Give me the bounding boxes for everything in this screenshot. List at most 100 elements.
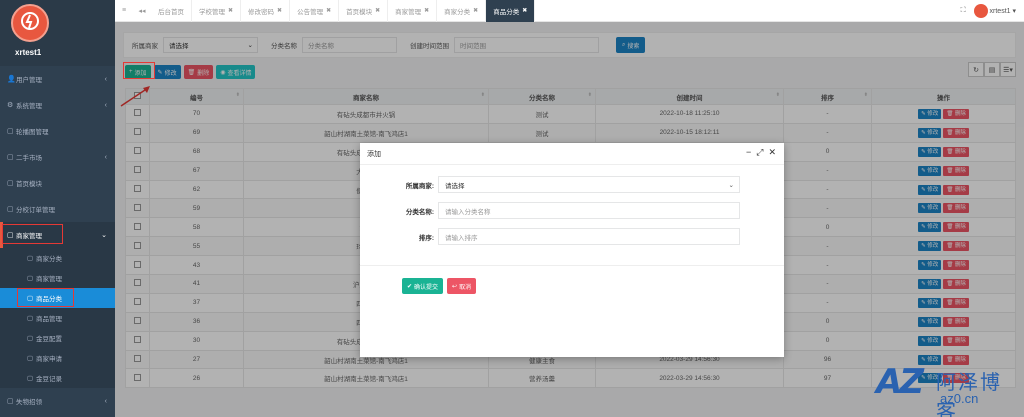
sidebar-header: xrtest1 [0, 0, 115, 66]
submenu-item-6[interactable]: ▢ 金豆记录 [0, 368, 115, 388]
sidebar-item-label: 用户管理 [16, 77, 42, 84]
submenu-item-label: 商家申请 [36, 356, 62, 363]
chevron-icon: ⌄ [101, 232, 107, 239]
close-tab-icon[interactable]: ✖ [424, 7, 429, 14]
highlight-product-category [17, 288, 74, 307]
page-icon: ▢ [27, 275, 34, 282]
top-right: ⛶ xrtest1 ▾ [961, 0, 1016, 22]
dialog-merchant-value: 请选择 [445, 182, 465, 190]
tab-1[interactable]: 学校管理 ✖ [192, 0, 242, 22]
sidebar-item-2[interactable]: ▢ 轮播图管理 [0, 118, 115, 144]
cancel-button[interactable]: ↩ 取消 [447, 278, 477, 294]
close-tab-icon[interactable]: ✖ [522, 7, 527, 14]
submenu-item-5[interactable]: ▢ 商家申请 [0, 348, 115, 368]
submenu-item-label: 商品管理 [36, 316, 62, 323]
dialog-merchant-select[interactable]: 请选择 ⌄ [438, 176, 740, 193]
dialog-sort-placeholder: 请输入排序 [445, 234, 478, 242]
submenu-item-label: 商家管理 [36, 276, 62, 283]
submenu-item-4[interactable]: ▢ 金豆配置 [0, 328, 115, 348]
tab-label: 商家管理 [395, 8, 422, 16]
submenu-item-label: 金豆配置 [36, 336, 62, 343]
submenu-item-0[interactable]: ▢ 商家分类 [0, 248, 115, 268]
submenu-item-1[interactable]: ▢ 商家管理 [0, 268, 115, 288]
close-tab-icon[interactable]: ✖ [228, 7, 233, 14]
username: xrtest1 [15, 48, 42, 57]
page-icon: ▢ [7, 180, 14, 187]
dialog-name-input[interactable]: 请输入分类名称 [438, 202, 740, 219]
sidebar-item-label: 二手市场 [16, 155, 42, 162]
sort-row: 排序: 请输入排序 [360, 228, 740, 245]
watermark-domain: az0.cn [940, 391, 979, 406]
gear-icon: ⚙ [7, 102, 14, 109]
user-menu-label: xrtest1 ▾ [989, 7, 1016, 15]
dialog-name-placeholder: 请输入分类名称 [445, 208, 491, 216]
sidebar-item-label: 系统管理 [16, 103, 42, 110]
submenu-item-label: 金豆记录 [36, 376, 62, 383]
watermark: AZ 阿泽博客 az0.cn [876, 360, 1021, 417]
page-icon: ▢ [7, 128, 14, 135]
minimize-icon[interactable]: − [746, 147, 751, 158]
tabs-bar: 后台首页 学校管理 ✖ 修改密码 ✖ 公告管理 ✖ 首页模块 ✖ 商家管理 ✖ 商家分类 ✖ 商品分类 ✖ [151, 0, 536, 22]
close-tab-icon[interactable]: ✖ [473, 7, 478, 14]
add-dialog: 添加 − ⤢ ✕ 所属商家: 请选择 ⌄ 分类名称: 请输入分类名称 排序: 请输… [360, 143, 784, 357]
close-icon[interactable]: ✕ [768, 147, 776, 158]
user-icon: 👤 [7, 76, 16, 83]
menu-toggle-icon[interactable]: ≡ [115, 7, 133, 14]
sidebar-item-0[interactable]: 👤 用户管理 ‹ [0, 66, 115, 92]
top-bar: ≡ ◂◂ 后台首页 学校管理 ✖ 修改密码 ✖ 公告管理 ✖ 首页模块 ✖ 商家管理 ✖ 商家分类 ✖ 商… [115, 0, 1024, 22]
sidebar-item-label: 分校订单管理 [16, 207, 55, 214]
tab-3[interactable]: 公告管理 ✖ [290, 0, 340, 22]
tabs-prev-icon[interactable]: ◂◂ [133, 7, 151, 15]
confirm-button[interactable]: ✔ 确认提交 [402, 278, 444, 294]
page-icon: ▢ [27, 355, 34, 362]
sidebar-item-lost-found[interactable]: ▢ 失物招领 ‹ [0, 388, 115, 414]
chevron-icon: ‹ [104, 75, 107, 83]
page-icon: ▢ [27, 375, 34, 382]
sidebar-item-4[interactable]: ▢ 首页模块 [0, 170, 115, 196]
dialog-merchant-label: 所属商家: [405, 182, 434, 190]
sidebar-item-1[interactable]: ⚙ 系统管理 ‹ [0, 92, 115, 118]
dialog-sort-label: 排序: [418, 234, 434, 242]
tab-label: 首页模块 [346, 8, 373, 16]
category-name-row: 分类名称: 请输入分类名称 [360, 202, 740, 219]
page-icon: ▢ [7, 206, 14, 213]
dialog-sort-input[interactable]: 请输入排序 [438, 228, 740, 245]
dialog-controls: − ⤢ ✕ [746, 147, 776, 158]
chevron-down-icon: ⌄ [728, 181, 734, 189]
fullscreen-icon[interactable]: ⛶ [961, 7, 966, 15]
tab-label: 学校管理 [199, 8, 225, 16]
avatar [973, 4, 988, 18]
logo-icon [21, 12, 39, 30]
close-tab-icon[interactable]: ✖ [375, 7, 380, 14]
submenu-item-3[interactable]: ▢ 商品管理 [0, 308, 115, 328]
dialog-divider [360, 265, 784, 266]
tab-7[interactable]: 商品分类 ✖ [486, 0, 536, 22]
tab-label: 商家分类 [444, 8, 471, 16]
sidebar-item-label: 首页模块 [16, 181, 42, 188]
tab-2[interactable]: 修改密码 ✖ [241, 0, 291, 22]
maximize-icon[interactable]: ⤢ [756, 147, 763, 158]
tab-0[interactable]: 后台首页 [151, 0, 192, 22]
tab-5[interactable]: 商家管理 ✖ [388, 0, 438, 22]
tab-6[interactable]: 商家分类 ✖ [437, 0, 487, 22]
sidebar: xrtest1 👤 用户管理 ‹ ⚙ 系统管理 ‹ ▢ 轮播图管理 ▢ 二手市场 ‹ ▢ 首页模块 ▢ 分校… [0, 0, 115, 417]
tab-4[interactable]: 首页模块 ✖ [339, 0, 389, 22]
page-icon: ▢ [27, 315, 34, 322]
highlight-add-button [123, 62, 155, 79]
highlight-merchant-menu [2, 224, 63, 244]
merchant-row: 所属商家: 请选择 ⌄ [360, 176, 740, 193]
close-tab-icon[interactable]: ✖ [277, 7, 282, 14]
sidebar-item-3[interactable]: ▢ 二手市场 ‹ [0, 144, 115, 170]
dialog-actions: ✔ 确认提交 ↩ 取消 [402, 278, 477, 294]
page-icon: ▢ [7, 398, 14, 405]
submenu-item-label: 商家分类 [36, 256, 62, 263]
cancel-label: 取消 [459, 284, 472, 291]
sidebar-item-label: 失物招领 [16, 399, 42, 406]
user-menu[interactable]: xrtest1 ▾ [973, 4, 1016, 18]
confirm-label: 确认提交 [414, 284, 439, 291]
tab-label: 商品分类 [493, 8, 520, 16]
dialog-name-label: 分类名称: [405, 208, 434, 216]
sidebar-item-5[interactable]: ▢ 分校订单管理 [0, 196, 115, 222]
tab-label: 公告管理 [297, 8, 324, 16]
close-tab-icon[interactable]: ✖ [326, 7, 331, 14]
